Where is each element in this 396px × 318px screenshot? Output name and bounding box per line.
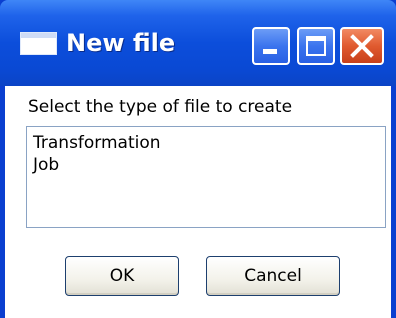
maximize-icon <box>306 36 326 56</box>
close-icon <box>350 34 374 58</box>
ok-button[interactable]: OK <box>65 256 179 296</box>
list-item-job[interactable]: Job <box>27 154 385 176</box>
list-item-transformation[interactable]: Transformation <box>27 132 385 154</box>
maximize-button[interactable] <box>297 27 335 65</box>
window-icon <box>20 32 57 55</box>
close-button[interactable] <box>340 27 384 65</box>
prompt-label: Select the type of file to create <box>28 97 293 117</box>
minimize-button[interactable] <box>252 27 290 65</box>
window-title: New file <box>66 29 176 57</box>
new-file-dialog: New file Select the type of file to crea… <box>0 0 396 318</box>
cancel-button[interactable]: Cancel <box>206 256 340 296</box>
dialog-body: Select the type of file to create Transf… <box>5 86 391 318</box>
title-bar[interactable]: New file <box>0 0 396 86</box>
minimize-icon <box>263 49 277 54</box>
file-type-list[interactable]: Transformation Job <box>26 126 386 228</box>
